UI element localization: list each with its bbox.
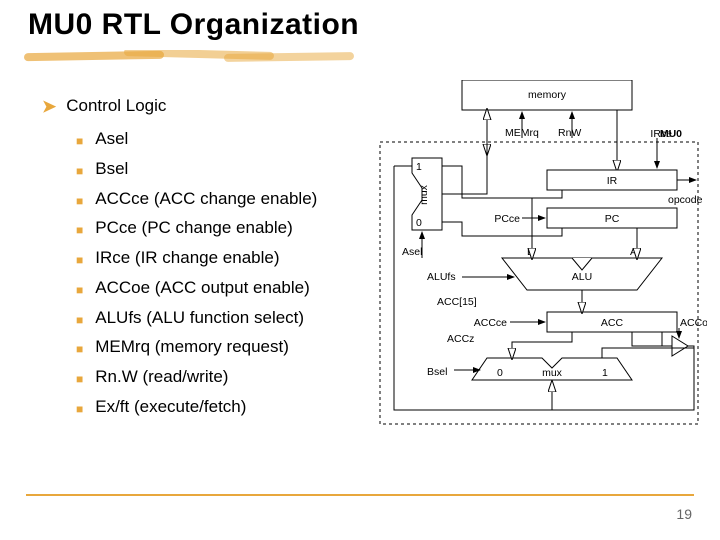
memrq-label: MEMrq — [505, 127, 539, 139]
mux-1-label: 1 — [416, 161, 422, 173]
alufs-label: ALUfs — [427, 271, 456, 283]
list-item: ■ Asel — [42, 124, 372, 154]
list-item-label: ACCce (ACC change enable) — [95, 184, 317, 214]
mux-0-label: 0 — [416, 217, 422, 229]
heading-text: Control Logic — [66, 96, 166, 116]
block-diagram: memory MU0 MEMrq RnW IRce IR opcode — [372, 80, 707, 430]
asel-label: Asel — [402, 246, 422, 258]
body-content: ➤ Control Logic ■ Asel ■ Bsel ■ ACCce (ACC … — [42, 96, 372, 422]
square-bullet-icon: ■ — [76, 191, 83, 212]
pc-label: PC — [605, 213, 620, 225]
rnw-label: RnW — [558, 127, 581, 139]
list-item-label: ACCoe (ACC output enable) — [95, 273, 310, 303]
slide-title: MU0 RTL Organization — [28, 8, 359, 42]
footer-divider — [26, 494, 694, 496]
acc-label: ACC — [601, 317, 624, 329]
list-item-label: Bsel — [95, 154, 128, 184]
bullet-arrow-icon: ➤ — [42, 96, 56, 118]
acc15-label: ACC[15] — [437, 296, 477, 308]
accoe-label: ACCoe — [680, 317, 707, 329]
list-item: ■ Rn.W (read/write) — [42, 362, 372, 392]
square-bullet-icon: ■ — [76, 399, 83, 420]
mux-top-label: mux — [418, 184, 430, 205]
list-item: ■ PCce (PC change enable) — [42, 213, 372, 243]
square-bullet-icon: ■ — [76, 161, 83, 182]
accz-label: ACCz — [447, 333, 474, 345]
list-item-label: Ex/ft (execute/fetch) — [95, 392, 246, 422]
list-item-label: ALUfs (ALU function select) — [95, 303, 304, 333]
list-item: ■ MEMrq (memory request) — [42, 332, 372, 362]
memory-label: memory — [528, 89, 567, 101]
mux-b1-label: 1 — [602, 367, 608, 379]
alu-label: ALU — [572, 271, 592, 283]
list-item-label: IRce (IR change enable) — [95, 243, 279, 273]
list-item-label: Rn.W (read/write) — [95, 362, 228, 392]
page-number: 19 — [676, 506, 692, 522]
square-bullet-icon: ■ — [76, 220, 83, 241]
list-item: ■ IRce (IR change enable) — [42, 243, 372, 273]
accce-label: ACCce — [474, 317, 507, 329]
alu-b-label: B — [527, 246, 534, 258]
alu-a-label: A — [630, 246, 637, 258]
ir-label: IR — [607, 175, 618, 187]
title-underline — [24, 50, 354, 62]
list-item: ■ Bsel — [42, 154, 372, 184]
bsel-label: Bsel — [427, 366, 447, 378]
irce-label: IRce — [650, 128, 672, 140]
square-bullet-icon: ■ — [76, 250, 83, 271]
list-item: ■ ACCoe (ACC output enable) — [42, 273, 372, 303]
square-bullet-icon: ■ — [76, 310, 83, 331]
square-bullet-icon: ■ — [76, 339, 83, 360]
pcce-label: PCce — [494, 213, 520, 225]
list-item-label: Asel — [95, 124, 128, 154]
square-bullet-icon: ■ — [76, 280, 83, 301]
square-bullet-icon: ■ — [76, 369, 83, 390]
square-bullet-icon: ■ — [76, 131, 83, 152]
list-item-label: MEMrq (memory request) — [95, 332, 289, 362]
list-item: ■ ALUfs (ALU function select) — [42, 303, 372, 333]
list-item: ■ ACCce (ACC change enable) — [42, 184, 372, 214]
signal-list: ■ Asel ■ Bsel ■ ACCce (ACC change enable) ■… — [42, 124, 372, 422]
mux-b0-label: 0 — [497, 367, 503, 379]
mux-bot-label: mux — [542, 367, 563, 379]
list-item: ■ Ex/ft (execute/fetch) — [42, 392, 372, 422]
list-item-label: PCce (PC change enable) — [95, 213, 293, 243]
opcode-label: opcode — [668, 194, 703, 206]
top-bullet: ➤ Control Logic — [42, 96, 372, 118]
